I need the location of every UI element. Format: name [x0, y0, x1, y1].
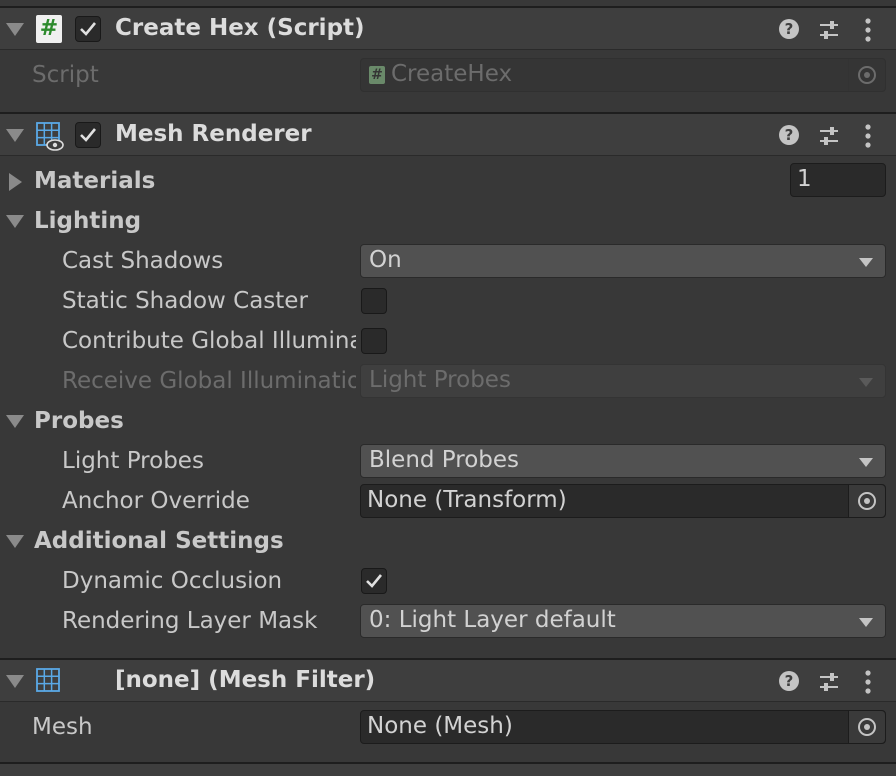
component-title: Create Hex (Script) [115, 15, 365, 41]
dynamic-occlusion-checkbox[interactable] [361, 568, 387, 594]
static-shadow-label: Static Shadow Caster [62, 288, 308, 314]
cast-shadows-dropdown[interactable]: On [360, 244, 886, 278]
foldout-arrow-icon[interactable] [6, 129, 24, 142]
chevron-down-icon [859, 618, 873, 627]
script-value: CreateHex [391, 61, 513, 87]
dynamic-occlusion-label: Dynamic Occlusion [62, 568, 283, 594]
chevron-down-icon [859, 378, 873, 387]
help-icon[interactable]: ? [779, 671, 799, 691]
foldout-arrow-icon[interactable] [6, 535, 24, 548]
rendering-layer-mask-dropdown[interactable]: 0: Light Layer default [360, 604, 886, 638]
foldout-arrow-icon[interactable] [6, 675, 24, 688]
component-header-mesh-filter[interactable]: [none] (Mesh Filter) ? [0, 658, 896, 702]
materials-count-field[interactable]: 1 [790, 163, 886, 197]
anchor-override-value: None (Transform) [367, 487, 567, 513]
cast-shadows-value: On [369, 247, 402, 273]
object-picker-button [848, 59, 885, 91]
probes-label[interactable]: Probes [34, 408, 124, 434]
contribute-gi-label: Contribute Global Illuminat [62, 328, 356, 354]
help-icon[interactable]: ? [779, 125, 799, 145]
light-probes-label: Light Probes [62, 448, 204, 474]
component-title: [none] (Mesh Filter) [115, 667, 376, 693]
anchor-override-field[interactable]: None (Transform) [360, 484, 886, 518]
light-probes-value: Blend Probes [369, 447, 520, 473]
rendering-layer-mask-label: Rendering Layer Mask [62, 608, 318, 634]
materials-count-value: 1 [797, 166, 812, 192]
component-header-create-hex[interactable]: # Create Hex (Script) ? [0, 6, 896, 50]
cast-shadows-label: Cast Shadows [62, 248, 224, 274]
enabled-checkbox[interactable] [75, 16, 101, 42]
mesh-label: Mesh [32, 714, 93, 740]
object-picker-icon [858, 66, 876, 84]
mesh-filter-icon [36, 668, 60, 692]
receive-gi-label: Receive Global Illumination [62, 368, 356, 394]
chevron-down-icon [859, 458, 873, 467]
receive-gi-dropdown: Light Probes [360, 364, 886, 398]
csharp-script-icon: # [369, 66, 385, 84]
kebab-menu-icon[interactable] [863, 668, 873, 696]
presets-icon[interactable] [818, 671, 840, 693]
kebab-menu-icon[interactable] [863, 122, 873, 150]
contribute-gi-checkbox[interactable] [361, 328, 387, 354]
presets-icon[interactable] [818, 19, 840, 41]
foldout-arrow-icon[interactable] [9, 173, 22, 191]
chevron-down-icon [859, 258, 873, 267]
enabled-checkbox[interactable] [75, 122, 101, 148]
rendering-layer-mask-value: 0: Light Layer default [369, 607, 616, 633]
csharp-script-icon: # [36, 15, 62, 43]
anchor-override-label: Anchor Override [62, 488, 250, 514]
component-header-mesh-renderer[interactable]: Mesh Renderer ? [0, 112, 896, 156]
object-picker-icon [858, 718, 876, 736]
component-title: Mesh Renderer [115, 121, 312, 147]
object-picker-icon [858, 492, 876, 510]
receive-gi-value: Light Probes [369, 367, 511, 393]
foldout-arrow-icon[interactable] [6, 415, 24, 428]
additional-settings-label[interactable]: Additional Settings [34, 528, 284, 554]
static-shadow-checkbox[interactable] [361, 288, 387, 314]
object-picker-button[interactable] [848, 485, 885, 517]
kebab-menu-icon[interactable] [863, 16, 873, 44]
lighting-label[interactable]: Lighting [34, 208, 141, 234]
mesh-field[interactable]: None (Mesh) [360, 710, 886, 744]
materials-label[interactable]: Materials [34, 168, 155, 194]
foldout-arrow-icon[interactable] [6, 215, 24, 228]
light-probes-dropdown[interactable]: Blend Probes [360, 444, 886, 478]
bottom-divider [0, 762, 896, 776]
mesh-value: None (Mesh) [367, 713, 513, 739]
object-picker-button[interactable] [848, 711, 885, 743]
help-icon[interactable]: ? [779, 19, 799, 39]
script-field: # CreateHex [360, 58, 886, 92]
presets-icon[interactable] [818, 125, 840, 147]
mesh-renderer-icon [36, 122, 64, 151]
foldout-arrow-icon[interactable] [6, 23, 24, 36]
script-label: Script [32, 62, 99, 88]
